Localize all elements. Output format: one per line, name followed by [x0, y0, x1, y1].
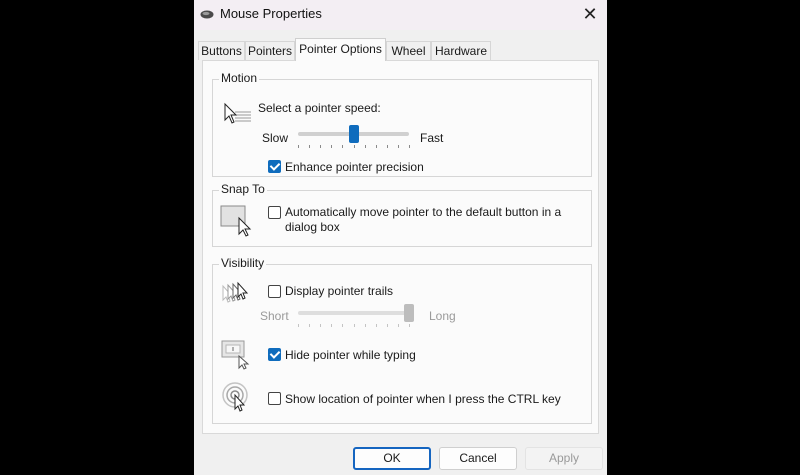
motion-group: Motion Select a pointer speed: Slow Fast…: [212, 71, 592, 177]
pointer-trails-checkbox[interactable]: [268, 285, 281, 298]
slider-tick: [342, 145, 344, 148]
slider-tick: [397, 145, 399, 148]
pointer-trails-label: Display pointer trails: [285, 284, 394, 298]
locate-pointer-icon: [222, 382, 248, 412]
pointer-speed-slider-thumb[interactable]: [348, 125, 359, 143]
ok-button[interactable]: OK: [353, 447, 431, 470]
close-icon: ✕: [582, 4, 598, 24]
pointer-trails-ticks: [298, 324, 410, 328]
visibility-group-label: Visibility: [219, 256, 267, 270]
close-button[interactable]: ✕: [573, 0, 607, 30]
fast-label: Fast: [420, 131, 444, 145]
slider-tick: [375, 145, 377, 148]
tab-pointers[interactable]: Pointers: [245, 41, 295, 60]
slider-tick: [397, 324, 399, 327]
long-label: Long: [429, 309, 456, 323]
motion-group-label: Motion: [219, 71, 260, 85]
cancel-button[interactable]: Cancel: [439, 447, 517, 470]
slider-tick: [331, 324, 333, 327]
slider-tick: [364, 145, 366, 148]
slider-tick: [409, 145, 410, 148]
snap-to-icon: [220, 205, 252, 237]
visibility-group: Visibility Display pointer trails Short …: [212, 256, 592, 424]
slider-tick: [320, 324, 322, 327]
mouse-icon: [200, 10, 214, 19]
slider-tick: [409, 324, 410, 327]
slider-tick: [309, 145, 311, 148]
mouse-properties-dialog: Mouse Properties ✕ Buttons Pointers Poin…: [194, 0, 607, 475]
enhance-precision-checkbox[interactable]: [268, 160, 281, 173]
slider-tick: [342, 324, 344, 327]
hide-pointer-icon: [221, 340, 250, 370]
hide-pointer-label: Hide pointer while typing: [285, 348, 416, 362]
enhance-precision-label: Enhance pointer precision: [285, 160, 424, 174]
show-location-ctrl-checkbox[interactable]: [268, 392, 281, 405]
pointer-trails-icon: [222, 281, 249, 303]
slider-tick: [364, 324, 366, 327]
show-location-ctrl-label: Show location of pointer when I press th…: [285, 392, 561, 406]
pointer-options-panel: Motion Select a pointer speed: Slow Fast…: [202, 60, 599, 434]
auto-move-pointer-label-line2: dialog box: [285, 220, 340, 234]
pointer-speed-label: Select a pointer speed:: [258, 101, 381, 115]
slider-tick: [331, 145, 333, 148]
slider-tick: [320, 145, 322, 148]
slider-tick: [298, 324, 299, 327]
pointer-trails-slider-track[interactable]: [298, 311, 409, 315]
slider-tick: [386, 324, 388, 327]
slider-tick: [353, 145, 355, 148]
auto-move-pointer-label: Automatically move pointer to the defaul…: [285, 205, 562, 219]
slider-tick: [386, 145, 388, 148]
slow-label: Slow: [262, 131, 289, 145]
slider-tick: [309, 324, 311, 327]
slider-tick: [298, 145, 299, 148]
slider-tick: [375, 324, 377, 327]
pointer-trails-slider-thumb[interactable]: [404, 304, 414, 322]
pointer-speed-ticks: [298, 145, 410, 149]
window-title: Mouse Properties: [220, 6, 322, 21]
tab-wheel[interactable]: Wheel: [386, 41, 431, 60]
short-label: Short: [260, 309, 289, 323]
title-bar: Mouse Properties ✕: [194, 0, 607, 30]
tab-buttons[interactable]: Buttons: [198, 41, 245, 60]
slider-tick: [353, 324, 355, 327]
tab-strip: Buttons Pointers Pointer Options Wheel H…: [194, 38, 607, 61]
pointer-speed-icon: [224, 102, 251, 124]
hide-pointer-checkbox[interactable]: [268, 348, 281, 361]
snap-to-group: Snap To Automatically move pointer to th…: [212, 182, 592, 247]
tab-hardware[interactable]: Hardware: [431, 41, 491, 60]
apply-button[interactable]: Apply: [525, 447, 603, 470]
snap-to-group-label: Snap To: [219, 182, 267, 196]
auto-move-pointer-checkbox[interactable]: [268, 206, 281, 219]
tab-pointer-options[interactable]: Pointer Options: [295, 38, 386, 61]
